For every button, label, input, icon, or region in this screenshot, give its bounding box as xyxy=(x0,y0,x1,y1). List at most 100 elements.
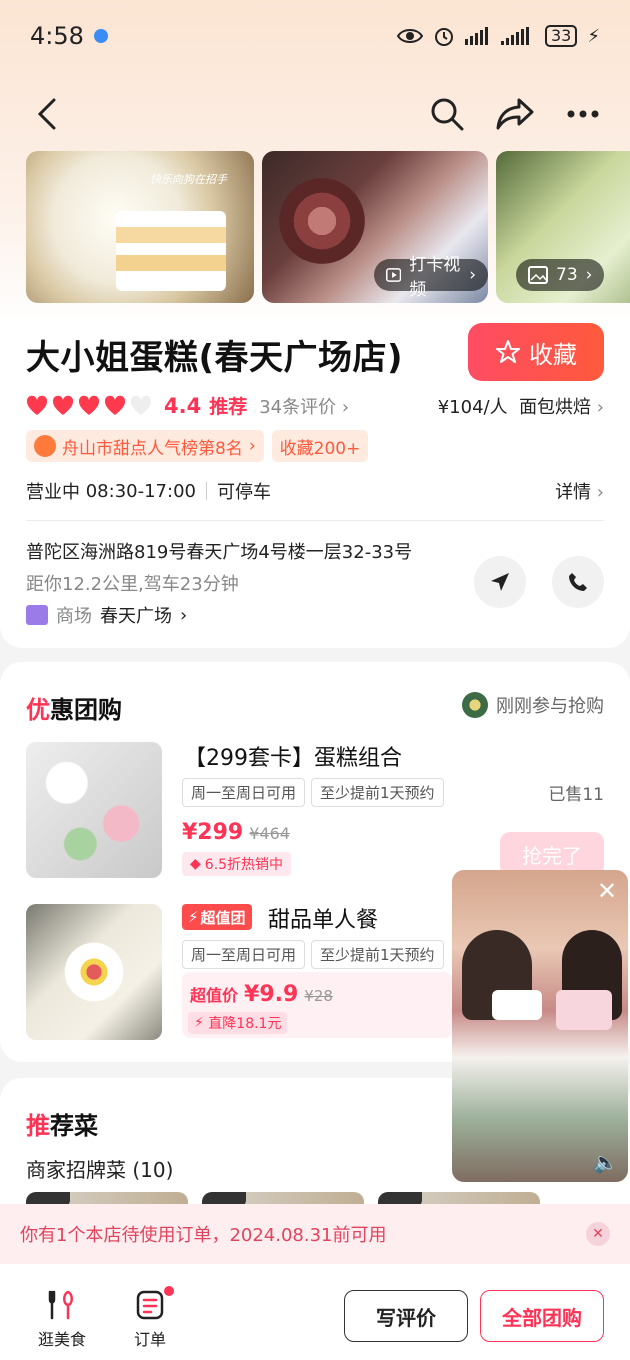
hours-row[interactable]: 营业中 08:30-17:00 可停车 详情 › xyxy=(26,478,604,504)
deal-title[interactable]: 【299套卡】蛋糕组合 xyxy=(184,740,402,772)
tab-label: 逛美食 xyxy=(38,1330,87,1349)
deal-title[interactable]: 甜品单人餐 xyxy=(268,902,378,934)
photo-caption: 快乐向狗在招手 xyxy=(150,173,227,186)
share-button[interactable] xyxy=(492,91,538,137)
favorite-button[interactable]: 收藏 xyxy=(468,323,604,381)
mall-link[interactable]: 商场 春天广场 › xyxy=(26,602,187,628)
rating-score: 4.4 xyxy=(164,393,202,418)
favorite-label: 收藏 xyxy=(529,340,577,369)
chevron-right-icon: › xyxy=(585,265,593,285)
back-button[interactable] xyxy=(24,91,70,137)
deal-conditions: 周一至周日可用 至少提前1天预约 xyxy=(182,778,444,807)
condition-tag: 至少提前1天预约 xyxy=(311,778,444,807)
floating-video-player[interactable]: ✕ 🔈 xyxy=(452,870,628,1182)
tab-explore-food[interactable]: 逛美食 xyxy=(38,1290,86,1350)
all-deals-button[interactable]: 全部团购 xyxy=(480,1290,604,1342)
close-video-icon[interactable]: ✕ xyxy=(594,877,620,905)
status-time: 4:58 xyxy=(30,22,84,50)
favorites-count-tag: 收藏200+ xyxy=(271,430,369,462)
heart-icon xyxy=(52,395,74,415)
heart-empty-icon xyxy=(130,395,152,415)
bottom-bar: 逛美食 订单 写评价 全部团购 xyxy=(0,1264,630,1360)
share-icon xyxy=(496,98,534,130)
photo-cake-slice[interactable]: 快乐向狗在招手 xyxy=(26,151,254,303)
phone-icon xyxy=(569,573,587,591)
parking-info: 可停车 xyxy=(216,482,271,503)
lightning-icon: ⚡ xyxy=(188,908,199,926)
current-price: ¥299 xyxy=(182,820,244,845)
review-count-link[interactable]: 34条评价 › xyxy=(259,393,349,419)
status-icons: 33 ⚡ xyxy=(397,25,600,47)
discount-label: 6.5折热销中 xyxy=(204,857,284,873)
mall-label: 商场 xyxy=(56,606,92,627)
search-icon xyxy=(431,98,464,131)
close-icon[interactable]: ✕ xyxy=(586,1222,610,1246)
deal-thumbnail[interactable] xyxy=(26,742,162,878)
chevron-right-icon: › xyxy=(180,604,188,626)
deal-thumbnail[interactable] xyxy=(26,904,162,1040)
signature-dishes-subtitle: 商家招牌菜 (10) xyxy=(26,1158,174,1182)
rank-tag-label: 舟山市甜点人气榜第8名 xyxy=(62,438,243,459)
rating-hearts xyxy=(26,395,152,417)
rank-logo-icon xyxy=(34,435,56,457)
divider xyxy=(205,482,207,500)
deal-conditions: 周一至周日可用 至少提前1天预约 xyxy=(182,940,444,969)
rank-tag[interactable]: 舟山市甜点人气榜第8名 › xyxy=(26,430,264,462)
title-first-char: 优 xyxy=(26,696,50,724)
heart-icon xyxy=(78,395,100,415)
details-link[interactable]: 详情 › xyxy=(555,478,604,504)
video-cake xyxy=(556,990,612,1030)
photo-green-cake[interactable]: 73 › xyxy=(496,151,630,303)
pending-order-notice[interactable]: 你有1个本店待使用订单，2024.08.31前可用 ✕ xyxy=(0,1204,630,1264)
photo-strip[interactable]: 快乐向狗在招手 打卡视频 › 73 › xyxy=(26,151,630,303)
rating-row: 4.4 推荐 34条评价 › ¥104/人 面包烘焙 › xyxy=(26,392,604,419)
original-price: ¥28 xyxy=(304,987,333,1005)
eye-icon xyxy=(397,29,423,43)
navigation-arrow-icon xyxy=(491,573,509,591)
video-cake xyxy=(492,990,542,1020)
favorites-count: 收藏200+ xyxy=(279,438,361,459)
more-icon xyxy=(567,110,599,118)
shop-address[interactable]: 普陀区海洲路819号春天广场4号楼一层32-33号 xyxy=(26,538,412,564)
chevron-right-icon: › xyxy=(248,436,256,456)
more-button[interactable] xyxy=(560,91,606,137)
recent-buyers-label: 刚刚参与抢购 xyxy=(496,696,604,717)
mall-name: 春天广场 xyxy=(100,606,172,627)
navigate-button[interactable] xyxy=(474,556,526,608)
order-icon xyxy=(136,1290,164,1320)
notification-dot xyxy=(164,1286,174,1296)
top-nav xyxy=(0,88,630,140)
photo-rose-cake[interactable]: 打卡视频 › xyxy=(262,151,488,303)
discount-tag: ◆ 6.5折热销中 xyxy=(182,852,292,876)
recent-buyers: 刚刚参与抢购 xyxy=(462,692,604,718)
section-title: 推荐菜 xyxy=(26,1106,98,1141)
signal-icon xyxy=(465,27,488,45)
title-first-char: 推 xyxy=(26,1112,50,1140)
roses-shape xyxy=(272,171,372,271)
original-price: ¥464 xyxy=(249,824,290,843)
speaker-icon[interactable]: 🔈 xyxy=(593,1150,618,1174)
chevron-right-icon: › xyxy=(469,265,476,285)
video-chip[interactable]: 打卡视频 › xyxy=(374,255,488,300)
shop-distance: 距你12.2公里,驾车23分钟 xyxy=(26,574,239,595)
mall-icon xyxy=(26,605,48,625)
shop-name: 大小姐蛋糕(春天广场店) xyxy=(26,338,404,378)
star-icon xyxy=(496,340,520,363)
call-button[interactable] xyxy=(552,556,604,608)
tab-orders[interactable]: 订单 xyxy=(134,1290,166,1350)
alarm-icon xyxy=(435,28,453,46)
condition-tag: 周一至周日可用 xyxy=(182,940,306,969)
condition-tag: 周一至周日可用 xyxy=(182,778,306,807)
search-button[interactable] xyxy=(424,91,470,137)
write-review-button[interactable]: 写评价 xyxy=(344,1290,468,1342)
price-drop-label: 直降18.1元 xyxy=(208,1016,282,1032)
photo-count-chip[interactable]: 73 › xyxy=(516,259,605,291)
section-divider xyxy=(26,520,604,521)
price-drop-tag: ⚡ 直降18.1元 xyxy=(188,1012,288,1034)
message-bubble-icon xyxy=(93,29,108,43)
battery-level: 33 xyxy=(545,25,578,47)
shop-tags: 舟山市甜点人气榜第8名 › 收藏200+ xyxy=(26,430,369,462)
image-icon xyxy=(528,266,548,284)
price-category-link[interactable]: ¥104/人 面包烘焙 › xyxy=(438,393,604,419)
shop-info-card: 大小姐蛋糕(春天广场店) 收藏 4.4 推荐 34条评价 › ¥104/人 面包… xyxy=(0,318,630,648)
